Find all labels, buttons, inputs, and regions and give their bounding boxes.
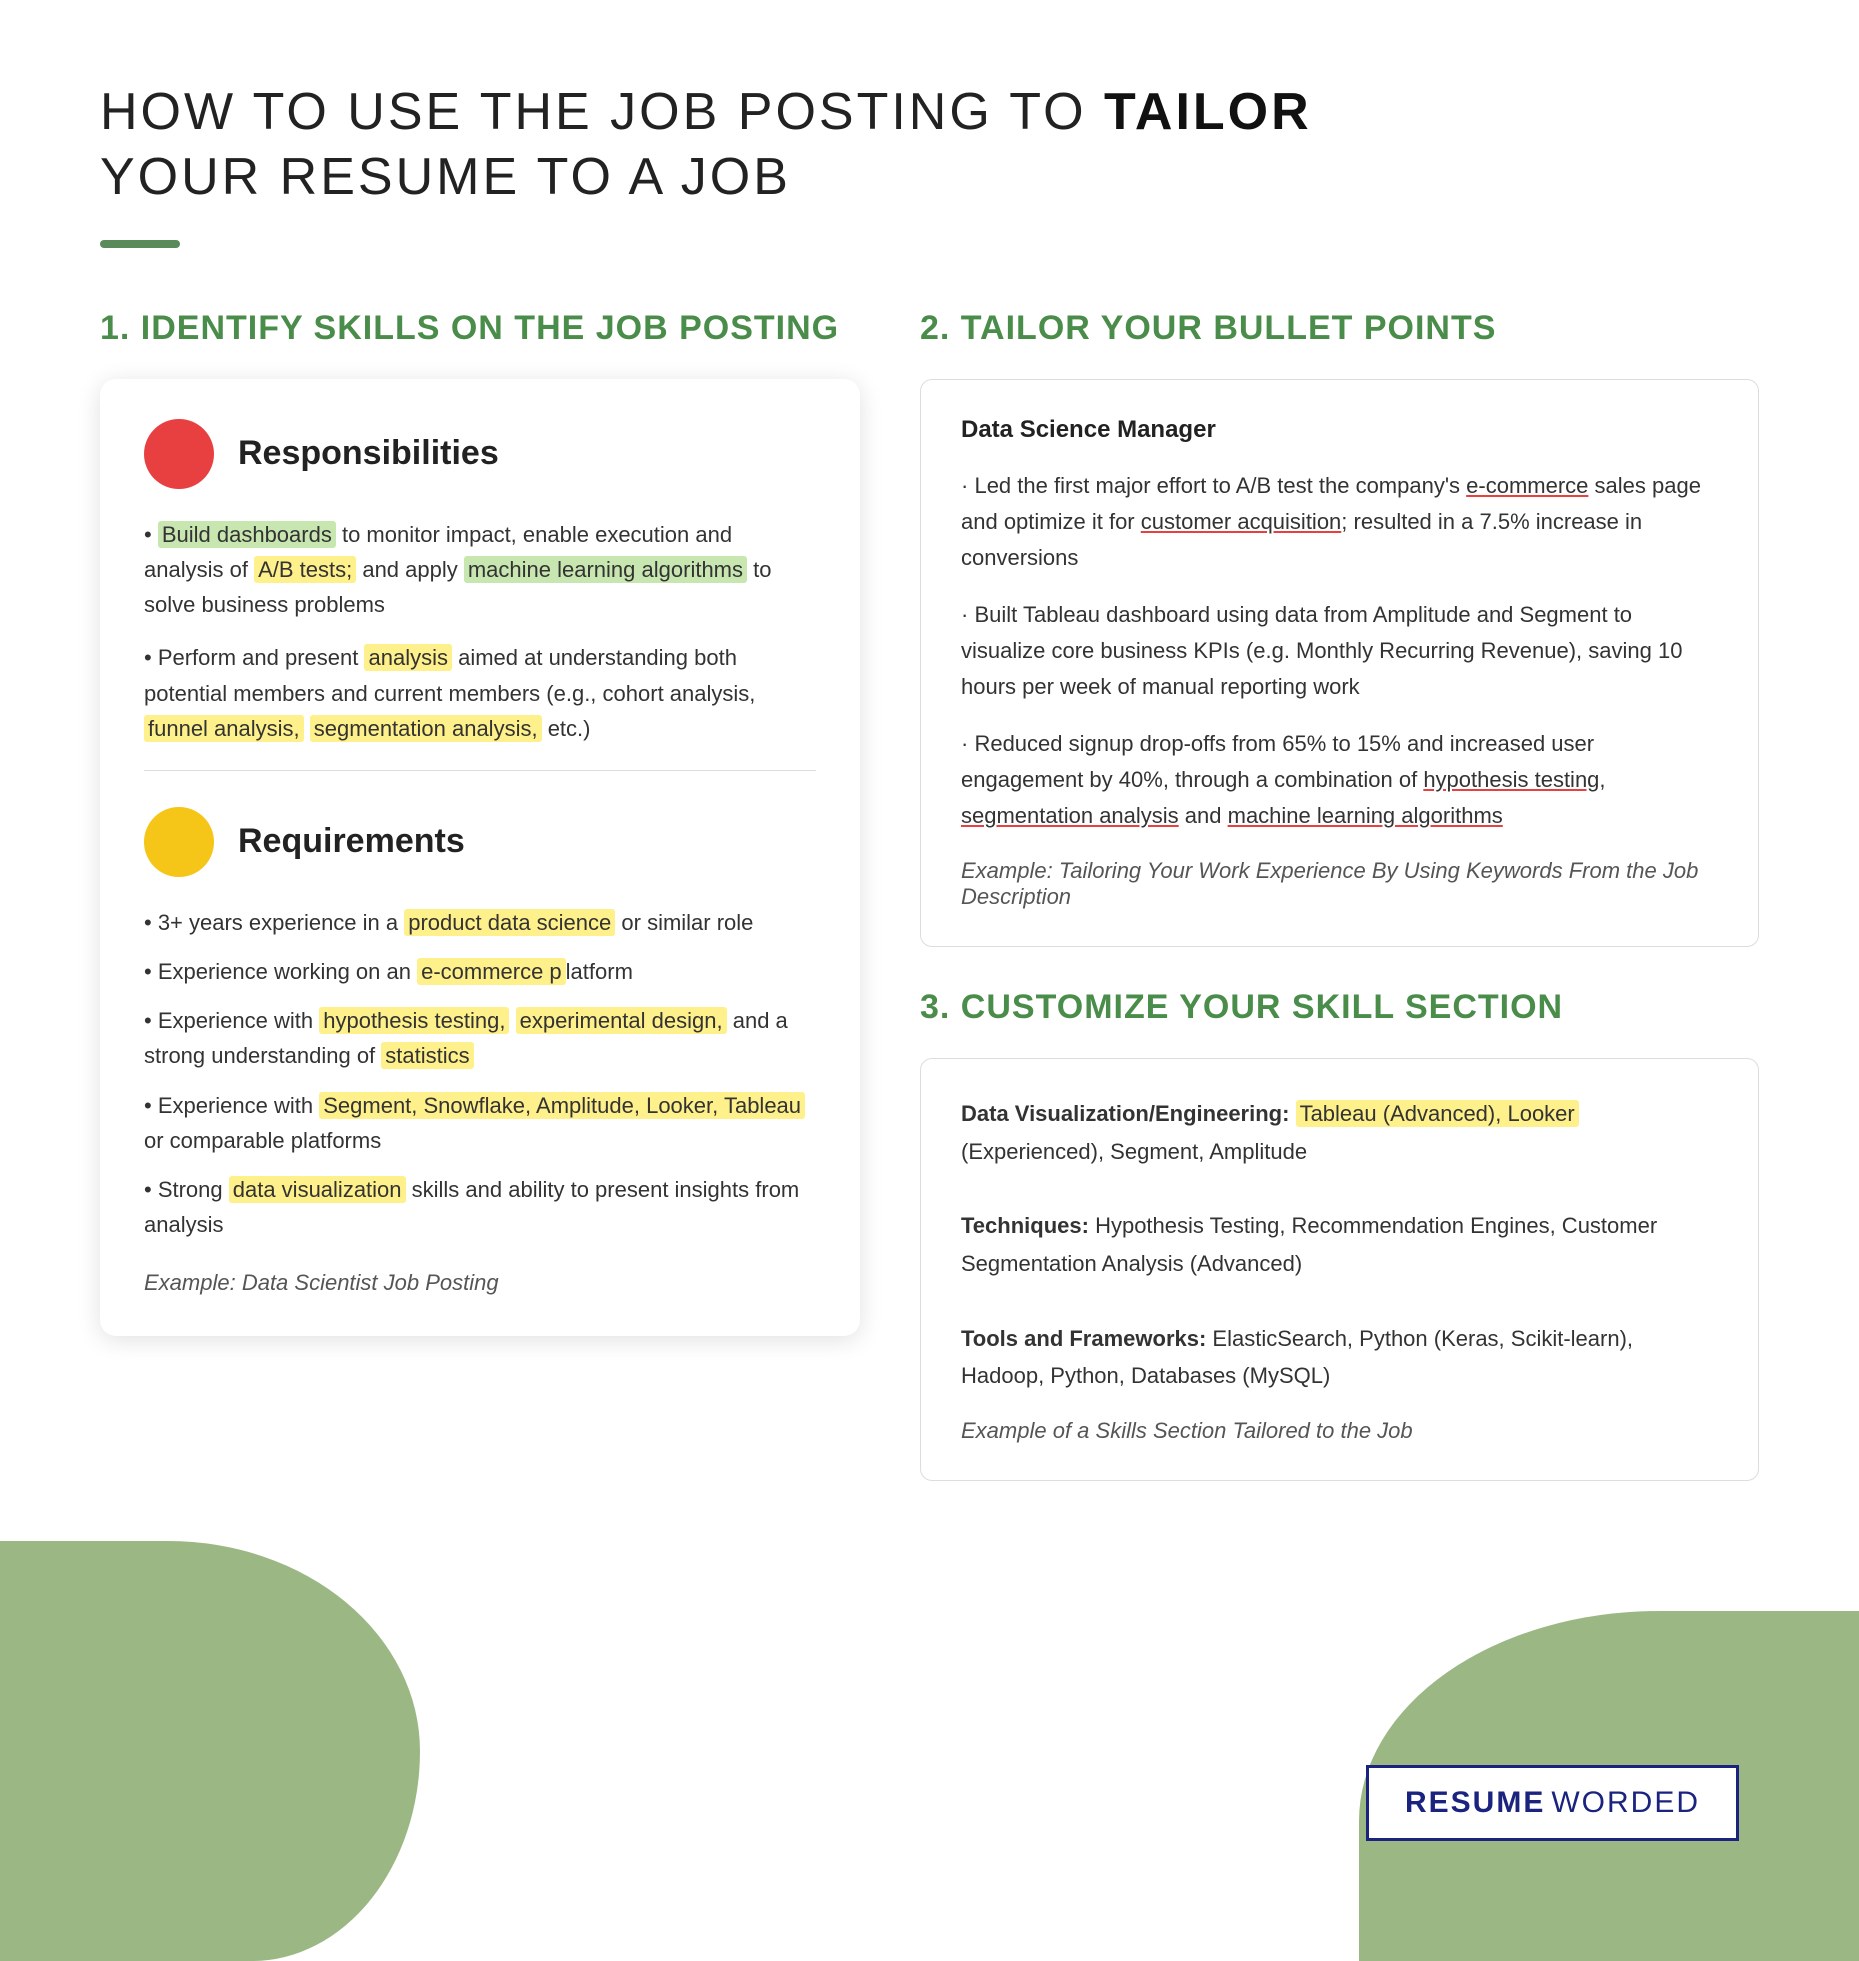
logo-area: RESUME WORDED [1366,1765,1739,1841]
red-circle-icon [144,419,214,489]
left-column: 1. IDENTIFY SKILLS ON THE JOB POSTING Re… [100,308,860,1376]
highlight-ecommerce-platform: e-commerce p [417,958,566,985]
logo-worded-text: WORDED [1551,1786,1700,1820]
highlight-ab-tests: A/B tests; [254,556,356,583]
right-column: 2. TAILOR YOUR BULLET POINTS Data Scienc… [920,308,1759,1521]
job-posting-card: Responsibilities • Build dashboards to m… [100,379,860,1337]
highlight-build-dashboards: Build dashboards [158,521,336,548]
bg-blob-left [0,1541,420,1961]
req-item-5: • Strong data visualization skills and a… [144,1172,816,1242]
underline-hypothesis-testing: hypothesis testing [1423,767,1599,792]
highlight-ml-algorithms: machine learning algorithms [464,556,747,583]
req-item-3: • Experience with hypothesis testing, ex… [144,1003,816,1073]
page-title: HOW TO USE THE JOB POSTING TO TAILOR YOU… [100,80,1759,210]
card-divider [144,770,816,771]
section1-heading: 1. IDENTIFY SKILLS ON THE JOB POSTING [100,308,860,349]
req-item-1: • 3+ years experience in a product data … [144,905,816,940]
highlight-data-visualization: data visualization [229,1176,406,1203]
highlight-experimental-design: experimental design, [516,1007,727,1034]
tailor-bullet-2: Built Tableau dashboard using data from … [961,597,1718,706]
highlight-funnel-analysis: funnel analysis, [144,715,304,742]
section3-heading: 3. CUSTOMIZE YOUR SKILL SECTION [920,987,1759,1028]
highlight-statistics: statistics [381,1042,473,1069]
highlight-hypothesis-testing: hypothesis testing, [319,1007,509,1034]
highlight-analysis: analysis [364,644,451,671]
highlight-product-data-science: product data science [404,909,615,936]
title-bold: TAILOR [1104,83,1312,141]
skill-label-2: Techniques: [961,1213,1089,1238]
underline-customer-acquisition: customer acquisition [1141,509,1342,534]
title-divider [100,240,180,248]
title-prefix: HOW TO USE THE JOB POSTING TO [100,83,1104,141]
page-wrapper: HOW TO USE THE JOB POSTING TO TAILOR YOU… [0,0,1859,1961]
underline-segmentation-analysis: segmentation analysis [961,803,1179,828]
skill-label-3: Tools and Frameworks: [961,1326,1206,1351]
requirements-list: • 3+ years experience in a product data … [144,905,816,1243]
responsibilities-title: Responsibilities [238,434,499,473]
resume-worded-logo: RESUME WORDED [1366,1765,1739,1841]
underline-ecommerce: e-commerce [1466,473,1588,498]
req-item-4: • Experience with Segment, Snowflake, Am… [144,1088,816,1158]
logo-resume-text: RESUME [1405,1786,1545,1820]
underline-ml-algorithms: machine learning algorithms [1228,803,1503,828]
job-title-label: Data Science Manager [961,416,1718,444]
tailor-bullet-1: Led the first major effort to A/B test t… [961,468,1718,577]
responsibilities-header: Responsibilities [144,419,816,489]
requirements-header: Requirements [144,807,816,877]
tailor-bullets-card: Data Science Manager Led the first major… [920,379,1759,948]
section2-example: Example: Tailoring Your Work Experience … [961,858,1718,910]
skills-text: Data Visualization/Engineering: Tableau … [961,1095,1718,1394]
highlight-segmentation-analysis: segmentation analysis, [310,715,542,742]
two-column-layout: 1. IDENTIFY SKILLS ON THE JOB POSTING Re… [100,308,1759,1521]
yellow-circle-icon [144,807,214,877]
skill-label-1: Data Visualization/Engineering: [961,1101,1289,1126]
requirements-title: Requirements [238,822,465,861]
section3-example: Example of a Skills Section Tailored to … [961,1418,1718,1444]
tailor-bullet-3: Reduced signup drop-offs from 65% to 15%… [961,726,1718,835]
main-content: HOW TO USE THE JOB POSTING TO TAILOR YOU… [100,80,1759,1521]
section2-heading: 2. TAILOR YOUR BULLET POINTS [920,308,1759,349]
highlight-segment-snowflake: Segment, Snowflake, Amplitude, Looker, T… [319,1092,805,1119]
section1-example: Example: Data Scientist Job Posting [144,1270,816,1296]
skills-card: Data Visualization/Engineering: Tableau … [920,1058,1759,1481]
resp-bullet-1: • Build dashboards to monitor impact, en… [144,517,816,623]
title-suffix: YOUR RESUME TO A JOB [100,148,791,206]
resp-bullet-2: • Perform and present analysis aimed at … [144,640,816,746]
req-item-2: • Experience working on an e-commerce pl… [144,954,816,989]
highlight-tableau: Tableau (Advanced), Looker [1296,1100,1579,1127]
